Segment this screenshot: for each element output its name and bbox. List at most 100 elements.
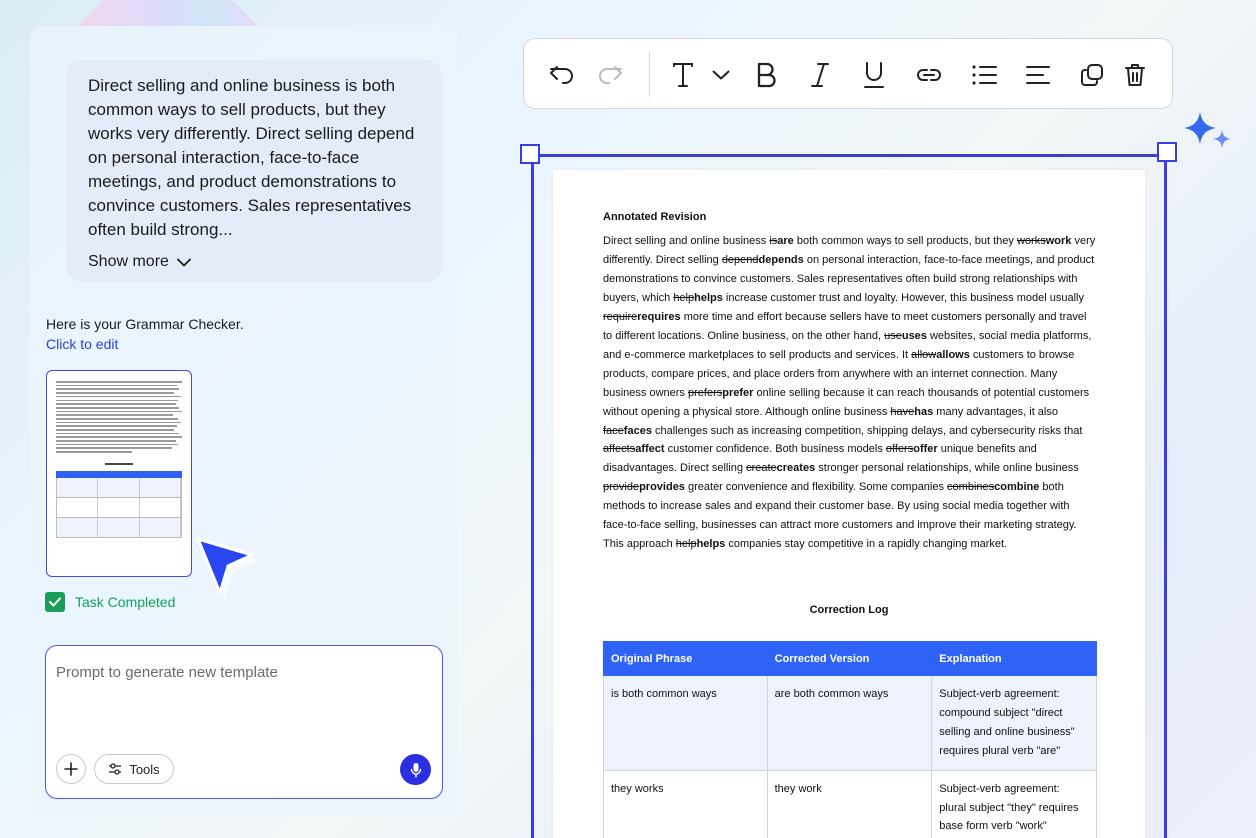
chevron-down-icon (712, 70, 730, 80)
deleted-word: help (673, 291, 695, 304)
text-run: many advantages, it also (933, 405, 1058, 418)
thumbnail-line (56, 403, 176, 405)
decorative-shape (78, 0, 258, 26)
toolbar-divider (649, 51, 650, 97)
tools-button[interactable]: Tools (94, 754, 174, 784)
deleted-word: use (884, 329, 902, 342)
thumbnail-line (56, 392, 175, 394)
thumbnail-text-lines (56, 381, 182, 453)
table-header-cell: Corrected Version (766, 641, 933, 676)
document-thumbnail[interactable] (46, 370, 192, 577)
deleted-word: prefers (688, 386, 723, 399)
table-row: is both common ways are both common ways… (603, 675, 1097, 771)
underline-icon[interactable] (860, 61, 888, 89)
inserted-word: has (914, 405, 934, 418)
thumbnail-line (56, 399, 179, 402)
text-style-icon[interactable] (672, 61, 730, 89)
document-page[interactable]: Annotated Revision Direct selling and on… (553, 170, 1145, 838)
thumbnail-line (56, 417, 179, 420)
add-button[interactable] (56, 754, 86, 784)
link-icon[interactable] (915, 61, 943, 89)
inserted-word: requires (637, 310, 681, 323)
thumbnail-line (56, 406, 180, 409)
resize-handle-top-right[interactable] (1157, 142, 1177, 162)
inserted-word: work (1045, 235, 1072, 247)
redo-icon[interactable] (596, 61, 624, 89)
deleted-word: depend (721, 253, 759, 266)
thumbnail-line (56, 447, 172, 450)
thumbnail-line (56, 381, 182, 383)
table-row: they works they work Subject-verb agreem… (603, 769, 1097, 838)
thumbnail-line (56, 425, 177, 427)
text-run: Direct selling and online business (603, 235, 770, 247)
deleted-word: works (1016, 235, 1046, 247)
thumbnail-line (56, 429, 175, 431)
inserted-word: allows (936, 348, 970, 361)
table-cell: is both common ways (603, 675, 768, 771)
pointer-cursor-icon (196, 537, 259, 600)
thumbnail-line (56, 395, 181, 398)
deleted-word: have (890, 405, 915, 418)
delete-icon[interactable] (1121, 61, 1149, 89)
deleted-word: allow (911, 348, 937, 361)
text-run: both common ways to sell products, but t… (793, 235, 1017, 247)
table-cell: Subject-verb agreement: compound subject… (931, 675, 1097, 771)
thumbnail-table-header (56, 470, 182, 478)
deleted-word: create (746, 462, 777, 475)
thumbnail-table-row (56, 477, 182, 498)
prompt-input[interactable] (56, 664, 426, 724)
inserted-word: combine (994, 481, 1040, 494)
table-header-cell: Original Phrase (603, 641, 768, 676)
resize-handle-top-left[interactable] (520, 144, 540, 164)
user-message-text: Direct selling and online business is bo… (88, 76, 415, 239)
correction-log-title: Correction Log (809, 604, 889, 616)
thumbnail-line (56, 388, 180, 391)
sliders-icon (109, 763, 122, 775)
text-run: stronger personal relationships, while o… (815, 462, 1079, 475)
list-icon[interactable] (970, 61, 998, 89)
inserted-word: helps (696, 538, 726, 551)
thumbnail-line (56, 440, 176, 442)
inserted-word: helps (694, 291, 723, 304)
inserted-word: prefer (722, 386, 754, 399)
microphone-button[interactable] (400, 754, 431, 785)
undo-icon[interactable] (548, 61, 576, 89)
user-message-bubble: Direct selling and online business is bo… (66, 60, 442, 282)
italic-icon[interactable] (806, 61, 834, 89)
microphone-icon (410, 762, 421, 778)
table-cell: they work (766, 769, 933, 838)
document-title: Annotated Revision (603, 211, 707, 223)
text-run: customer confidence. Both business model… (664, 443, 886, 456)
inserted-word: faces (623, 424, 652, 437)
show-more-button[interactable]: Show more (88, 253, 420, 271)
duplicate-icon[interactable] (1078, 61, 1106, 89)
thumbnail-line (56, 432, 180, 435)
thumbnail-line (56, 451, 132, 453)
text-run: greater convenience and flexibility. Som… (684, 481, 948, 494)
deleted-word: offers (885, 443, 914, 456)
deleted-word: help (675, 538, 697, 551)
show-more-label: Show more (88, 253, 169, 270)
checkmark-icon (45, 592, 65, 612)
thumbnail-log-title (105, 462, 133, 465)
thumbnail-line (56, 421, 181, 424)
prompt-box: Tools (45, 645, 443, 799)
thumbnail-line (56, 414, 174, 416)
inserted-word: offer (913, 443, 938, 456)
inserted-word: provides (639, 481, 685, 494)
inserted-word: affect (635, 443, 665, 456)
thumbnail-line (56, 436, 182, 438)
assistant-intro-text: Here is your Grammar Checker. (46, 316, 244, 332)
inserted-word: depends (758, 253, 804, 266)
text-run: companies stay competitive in a rapidly … (725, 538, 1008, 551)
inserted-word: are (777, 235, 794, 247)
align-icon[interactable] (1024, 61, 1052, 89)
click-to-edit-link[interactable]: Click to edit (46, 336, 118, 352)
thumbnail-line (56, 384, 177, 387)
sparkle-icon (1184, 112, 1231, 148)
formatting-toolbar (523, 38, 1173, 109)
task-status: Task Completed (45, 592, 175, 612)
bold-icon[interactable] (752, 61, 780, 89)
thumbnail-table-row (56, 517, 182, 538)
correction-log-table: Original Phrase Corrected Version Explan… (603, 641, 1097, 838)
